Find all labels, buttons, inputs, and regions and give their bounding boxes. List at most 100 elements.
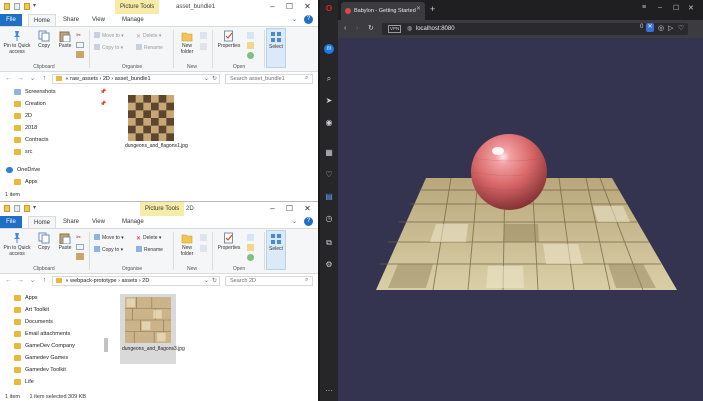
ad-blocker-icon[interactable]: ✕ <box>646 23 654 32</box>
help-icon[interactable]: ? <box>304 217 313 226</box>
address-bar[interactable]: « raw_assets › 2D › asset_bundle1 <box>52 74 220 84</box>
image-thumbnail[interactable] <box>125 297 171 343</box>
bookmark-heart-icon[interactable]: ♡ <box>678 24 684 34</box>
copy-button[interactable]: Copy <box>36 232 52 251</box>
forward-button[interactable]: › <box>356 24 358 34</box>
ribbon-collapse-icon[interactable]: ⌄ <box>292 16 297 23</box>
new-item-icon[interactable] <box>200 32 207 39</box>
properties-button[interactable]: Properties <box>214 232 244 251</box>
copy-to-button[interactable]: Copy to ▾ <box>94 246 123 255</box>
close-button[interactable]: ✕ <box>299 0 316 14</box>
refresh-icon[interactable]: ↻ <box>212 277 217 284</box>
reload-button[interactable]: ↻ <box>368 24 374 34</box>
maximize-button[interactable]: ☐ <box>281 0 298 14</box>
more-icon[interactable]: ··· <box>324 386 334 396</box>
new-folder-button[interactable]: New folder <box>176 30 198 55</box>
cut-icon[interactable]: ✂ <box>76 234 86 241</box>
ribbon-collapse-icon[interactable]: ⌄ <box>292 218 297 225</box>
breadcrumb-item[interactable]: raw_assets <box>70 76 98 82</box>
copy-button[interactable]: Copy <box>36 30 52 49</box>
refresh-icon[interactable]: ↻ <box>212 75 217 82</box>
site-info-icon[interactable]: ◍ <box>407 26 412 32</box>
breadcrumb-item[interactable]: assets <box>122 278 138 284</box>
history-icon[interactable]: ◷ <box>324 214 334 224</box>
minimize-button[interactable]: – <box>264 202 281 216</box>
select-button[interactable]: Select <box>266 230 286 270</box>
move-to-button[interactable]: Move to ▾ <box>94 234 124 243</box>
image-thumbnail[interactable] <box>128 95 174 141</box>
nav-scrollbar-thumb[interactable] <box>104 338 108 352</box>
delete-button[interactable]: ✕ Delete ▾ <box>136 32 161 41</box>
maximize-button[interactable]: ☐ <box>673 4 679 12</box>
properties-quick-icon[interactable] <box>14 205 20 212</box>
new-tab-button[interactable]: + <box>430 4 435 14</box>
browser-tab[interactable]: Babylon - Getting Started <box>341 2 425 20</box>
tab-file[interactable]: File <box>0 216 22 228</box>
minimize-button[interactable]: – <box>658 4 662 11</box>
properties-button[interactable]: Properties <box>214 30 244 49</box>
new-folder-quick-icon[interactable] <box>24 3 30 10</box>
copy-path-icon[interactable] <box>76 42 84 48</box>
new-folder-button[interactable]: New folder <box>176 232 198 257</box>
recent-locations-icon[interactable]: ⌄ <box>28 274 37 288</box>
new-item-icon[interactable] <box>200 234 207 241</box>
camera-icon[interactable]: ◉ <box>324 118 334 128</box>
messenger-icon[interactable]: m <box>324 44 334 54</box>
history-icon[interactable] <box>247 254 254 261</box>
paste-shortcut-icon[interactable] <box>76 253 84 260</box>
pin-quick-access-button[interactable]: Pin to Quick access <box>2 232 32 257</box>
back-button[interactable]: ‹ <box>344 24 346 34</box>
history-icon[interactable] <box>247 52 254 59</box>
delete-button[interactable]: ✕ Delete ▾ <box>136 234 161 243</box>
tab-home[interactable]: Home <box>28 14 57 26</box>
file-name[interactable]: dungeons_and_flagons3.jpg <box>122 346 185 352</box>
forward-button[interactable]: → <box>16 72 25 86</box>
back-button[interactable]: ← <box>4 72 13 86</box>
search-icon[interactable]: ⌕ <box>324 74 334 84</box>
tab-file[interactable]: File <box>0 14 22 26</box>
help-icon[interactable]: ? <box>304 15 313 24</box>
vpn-badge[interactable]: VPN <box>388 25 402 33</box>
tab-home[interactable]: Home <box>28 216 57 228</box>
breadcrumb-item[interactable]: 2D <box>103 76 110 82</box>
tab-close-icon[interactable]: ✕ <box>416 5 421 12</box>
share-icon[interactable]: ▷ <box>668 24 673 34</box>
breadcrumb-item[interactable]: 2D <box>142 278 149 284</box>
quick-access-dropdown-icon[interactable]: ▾ <box>33 2 36 9</box>
settings-gear-icon[interactable]: ⚙ <box>324 260 334 270</box>
snapshot-icon[interactable]: ◎ <box>658 24 664 34</box>
easy-access-icon[interactable] <box>200 43 207 50</box>
heart-icon[interactable]: ♡ <box>324 170 334 180</box>
copy-path-icon[interactable] <box>76 244 84 250</box>
address-dropdown-icon[interactable]: ⌄ <box>204 277 209 284</box>
file-name[interactable]: dungeons_and_flagons1.jpg <box>125 143 188 149</box>
tab-share[interactable]: Share <box>58 216 84 228</box>
properties-quick-icon[interactable] <box>14 3 20 10</box>
send-icon[interactable]: ➤ <box>324 96 334 106</box>
edit-icon[interactable] <box>247 244 254 251</box>
forward-button[interactable]: → <box>16 274 25 288</box>
quick-access-dropdown-icon[interactable]: ▾ <box>33 204 36 211</box>
up-button[interactable]: ↑ <box>40 72 49 86</box>
breadcrumb-overflow[interactable]: « <box>66 76 69 82</box>
speed-dial-icon[interactable]: ▦ <box>324 148 334 158</box>
tab-view[interactable]: View <box>87 216 110 228</box>
tab-view[interactable]: View <box>87 14 110 26</box>
recent-locations-icon[interactable]: ⌄ <box>28 72 37 86</box>
news-icon[interactable]: ▤ <box>324 192 334 202</box>
select-button[interactable]: Select <box>266 28 286 68</box>
up-button[interactable]: ↑ <box>40 274 49 288</box>
url-text[interactable]: localhost:8080 <box>416 26 455 32</box>
rename-button[interactable]: Rename <box>136 44 163 53</box>
back-button[interactable]: ← <box>4 274 13 288</box>
cut-icon[interactable]: ✂ <box>76 32 86 39</box>
maximize-button[interactable]: ☐ <box>281 202 298 216</box>
open-icon[interactable] <box>247 32 254 39</box>
edit-icon[interactable] <box>247 42 254 49</box>
search-input[interactable]: Search asset_bundle1 <box>225 74 313 84</box>
pin-quick-access-button[interactable]: Pin to Quick access <box>2 30 32 55</box>
paste-shortcut-icon[interactable] <box>76 51 84 58</box>
close-button[interactable]: ✕ <box>299 202 316 216</box>
tab-share[interactable]: Share <box>58 14 84 26</box>
babylon-canvas[interactable] <box>338 38 703 401</box>
